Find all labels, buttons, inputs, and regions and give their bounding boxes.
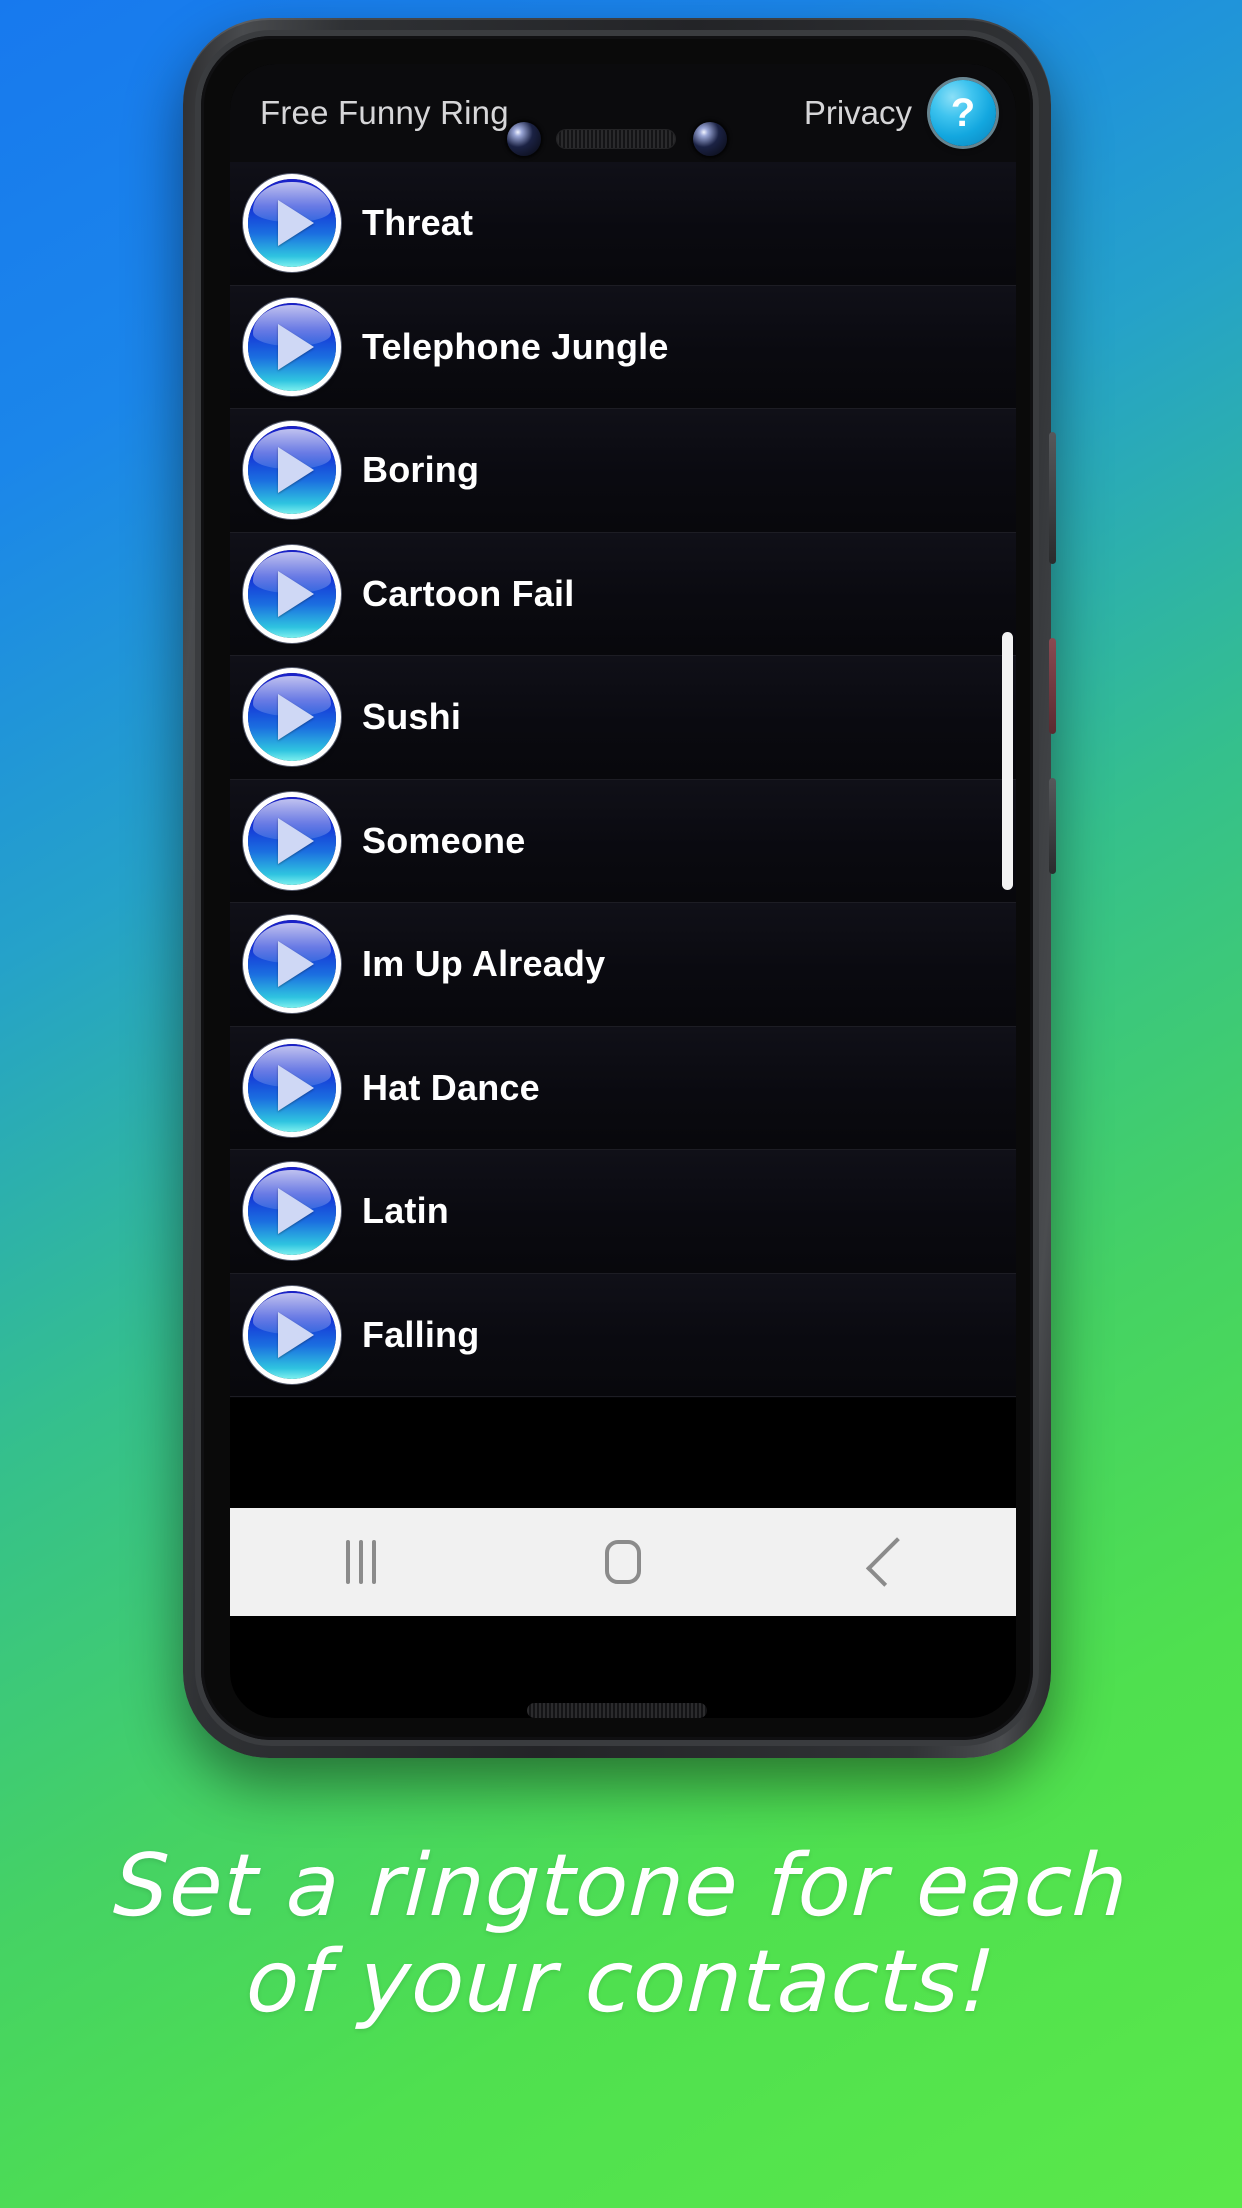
play-icon[interactable] [248,1290,336,1379]
ringtone-name: Threat [362,202,474,244]
earpiece-speaker [557,130,675,148]
ringtone-name: Sushi [362,696,462,738]
play-icon[interactable] [248,673,336,762]
ringtone-name: Hat Dance [362,1066,540,1108]
volume-down-button[interactable] [1049,778,1056,874]
ringtone-name: Boring [362,449,480,491]
play-icon[interactable] [248,426,336,515]
play-triangle-icon [278,447,314,494]
home-icon [605,1540,641,1584]
ringtone-name: Cartoon Fail [362,572,575,614]
play-triangle-icon [278,323,314,370]
caption-line-2: of your contacts! [243,1932,999,2033]
play-triangle-icon [278,1064,314,1111]
play-triangle-icon [278,200,314,247]
list-item[interactable]: Hat Dance [230,1026,1016,1150]
play-icon[interactable] [248,1043,336,1132]
home-button[interactable] [563,1508,683,1616]
play-triangle-icon [278,694,314,741]
phone-bezel: Free Funny Ring Privacy ? Threat Telepho… [201,36,1033,1740]
header-actions: Privacy ? [804,80,996,146]
play-icon[interactable] [248,1167,336,1256]
list-item[interactable]: Sushi [230,656,1016,780]
volume-up-button[interactable] [1049,432,1056,564]
list-item[interactable]: Telephone Jungle [230,285,1016,409]
phone-screen: Free Funny Ring Privacy ? Threat Telepho… [230,64,1016,1718]
play-triangle-icon [278,1188,314,1235]
play-triangle-icon [278,1311,314,1358]
play-icon[interactable] [248,179,336,268]
list-item[interactable]: Cartoon Fail [230,532,1016,656]
recents-button[interactable] [301,1508,421,1616]
list-item[interactable]: Threat [230,162,1016,286]
ringtone-name: Latin [362,1190,449,1232]
list-item[interactable]: Someone [230,779,1016,903]
play-icon[interactable] [248,549,336,638]
list-item[interactable]: Latin [230,1150,1016,1274]
back-chevron-icon [865,1537,916,1587]
bottom-speaker-grille [527,1703,707,1718]
scrollbar[interactable] [1002,632,1013,890]
privacy-link[interactable]: Privacy [804,94,912,132]
play-triangle-icon [278,570,314,617]
ringtone-list-container: Threat Telephone Jungle Boring Cartoon Fail… [230,162,1016,1398]
app-header: Free Funny Ring Privacy ? [230,64,1016,162]
list-item[interactable]: Boring [230,409,1016,533]
ringtone-name: Falling [362,1313,480,1355]
help-icon[interactable]: ? [930,80,996,146]
caption-line-1: Set a ringtone for each [111,1836,1131,1936]
play-triangle-icon [278,817,314,864]
list-bottom-filler [230,1398,1016,1508]
play-icon[interactable] [248,302,336,391]
system-navigation-bar [230,1508,1016,1616]
list-item[interactable]: Falling [230,1273,1016,1397]
ringtone-name: Someone [362,819,526,861]
ringtone-name: Im Up Already [362,943,606,985]
phone-device: Free Funny Ring Privacy ? Threat Telepho… [183,18,1056,1758]
play-icon[interactable] [248,796,336,885]
ringtone-name: Telephone Jungle [362,325,669,367]
promo-caption: Set a ringtone for each of your contacts… [0,1836,1242,2033]
back-button[interactable] [825,1508,945,1616]
front-camera-icon [507,122,541,156]
recents-icon [346,1540,376,1584]
page-title: Free Funny Ring [260,94,509,131]
power-button[interactable] [1049,638,1056,734]
play-icon[interactable] [248,920,336,1009]
ringtone-list[interactable]: Threat Telephone Jungle Boring Cartoon Fail… [230,162,1016,1397]
play-triangle-icon [278,941,314,988]
front-camera-icon-2 [693,122,727,156]
list-item[interactable]: Im Up Already [230,903,1016,1027]
